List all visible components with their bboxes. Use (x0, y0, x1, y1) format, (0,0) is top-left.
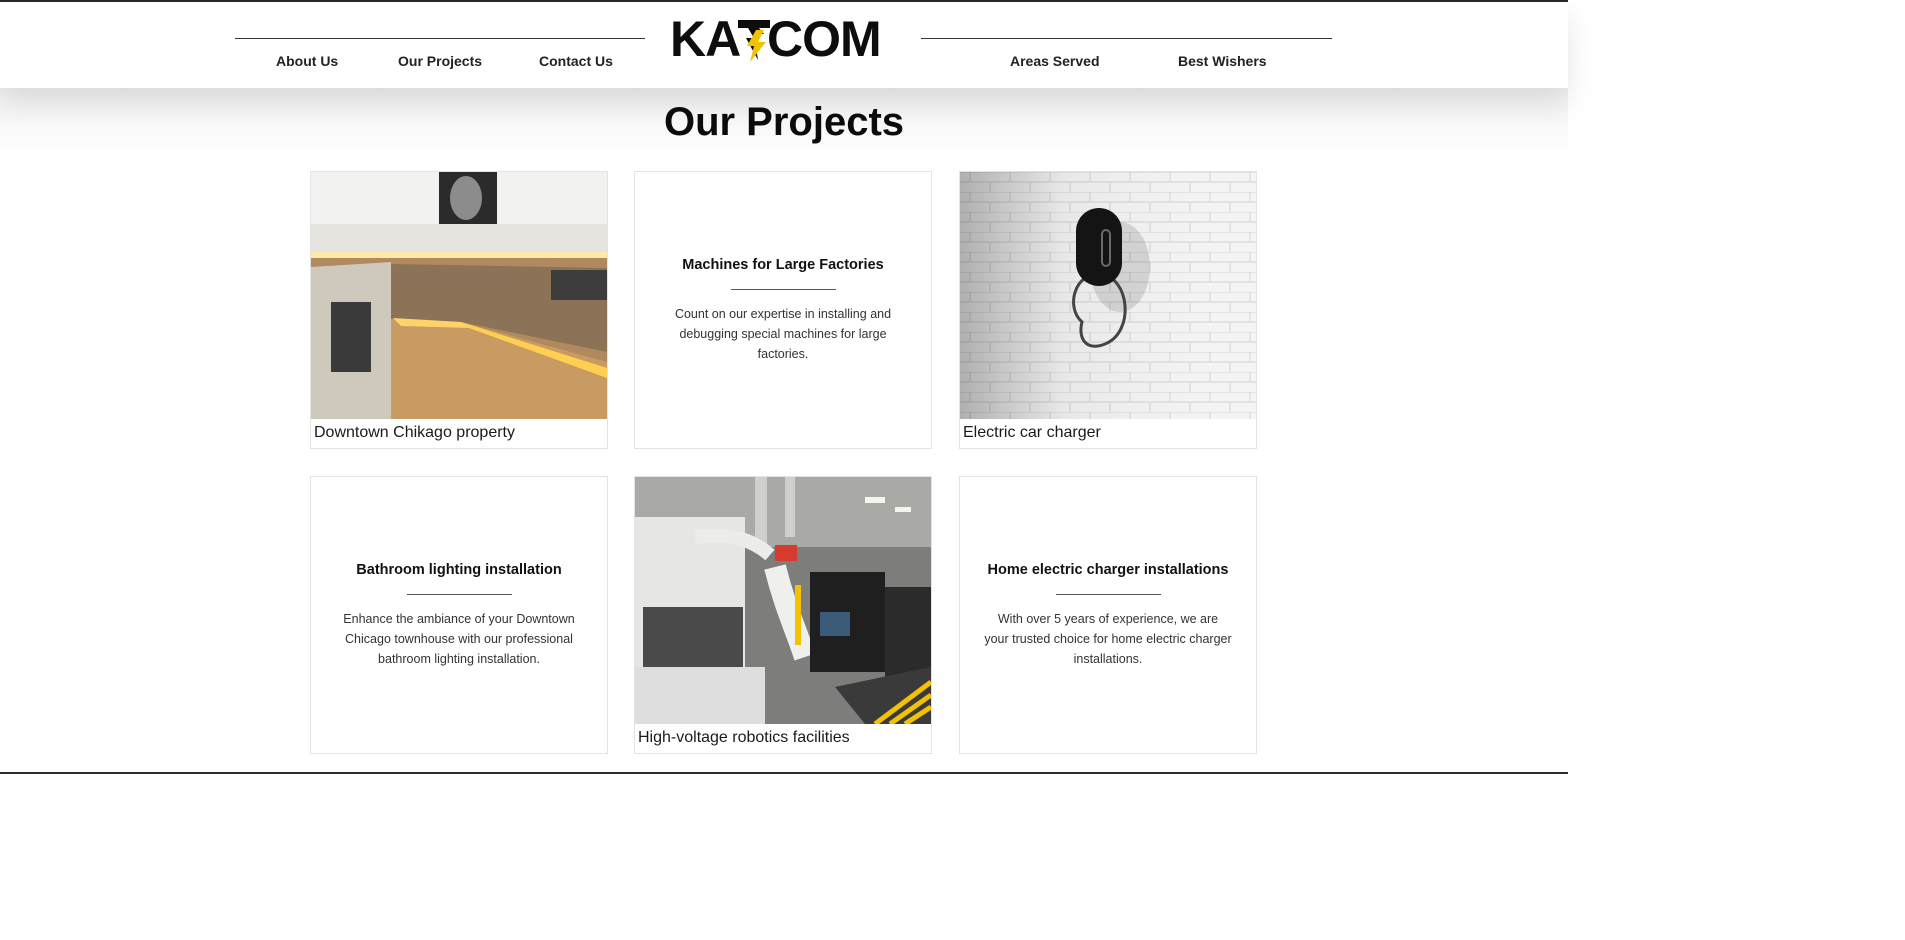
card-title: Machines for Large Factories (682, 256, 884, 273)
card-caption: High-voltage robotics facilities (638, 729, 850, 746)
svg-text:COM: COM (767, 12, 881, 62)
nav-our-projects[interactable]: Our Projects (398, 53, 482, 69)
project-card-home-charger[interactable]: Home electric charger installations With… (959, 476, 1257, 754)
nav-about-us[interactable]: About Us (276, 53, 338, 69)
card-description: With over 5 years of experience, we are … (984, 611, 1232, 666)
katcom-logo[interactable]: KA COM (670, 12, 888, 62)
page-title: Our Projects (663, 100, 905, 144)
window-bottom-border (0, 772, 1568, 774)
card-divider (730, 288, 836, 290)
card-title: Home electric charger installations (987, 561, 1229, 578)
card-description: Enhance the ambiance of your Downtown Ch… (343, 611, 575, 666)
ev-charger-photo (960, 172, 1256, 419)
kitchen-photo (311, 172, 607, 419)
nav-contact-us[interactable]: Contact Us (539, 53, 613, 69)
card-caption: Downtown Chikago property (314, 424, 515, 441)
card-title: Bathroom lighting installation (356, 561, 562, 578)
project-card-electric-car-charger[interactable]: Electric car charger (959, 171, 1257, 449)
robotics-photo (635, 477, 931, 724)
nav-areas-served[interactable]: Areas Served (1010, 53, 1100, 69)
nav-best-wishers[interactable]: Best Wishers (1178, 53, 1267, 69)
card-divider (406, 593, 512, 595)
svg-text:KA: KA (670, 12, 740, 62)
header-rule-right (921, 38, 1332, 39)
header-rule-left (235, 38, 645, 39)
project-card-downtown-chikago[interactable]: Downtown Chikago property (310, 171, 608, 449)
card-divider (1055, 593, 1161, 595)
card-caption: Electric car charger (963, 424, 1101, 441)
site-header: About Us Our Projects Contact Us Areas S… (0, 2, 1568, 88)
project-card-robotics-facilities[interactable]: High-voltage robotics facilities (634, 476, 932, 754)
project-card-large-factories[interactable]: Machines for Large Factories Count on ou… (634, 171, 932, 449)
project-card-bathroom-lighting[interactable]: Bathroom lighting installation Enhance t… (310, 476, 608, 754)
card-description: Count on our expertise in installing and… (674, 306, 892, 361)
